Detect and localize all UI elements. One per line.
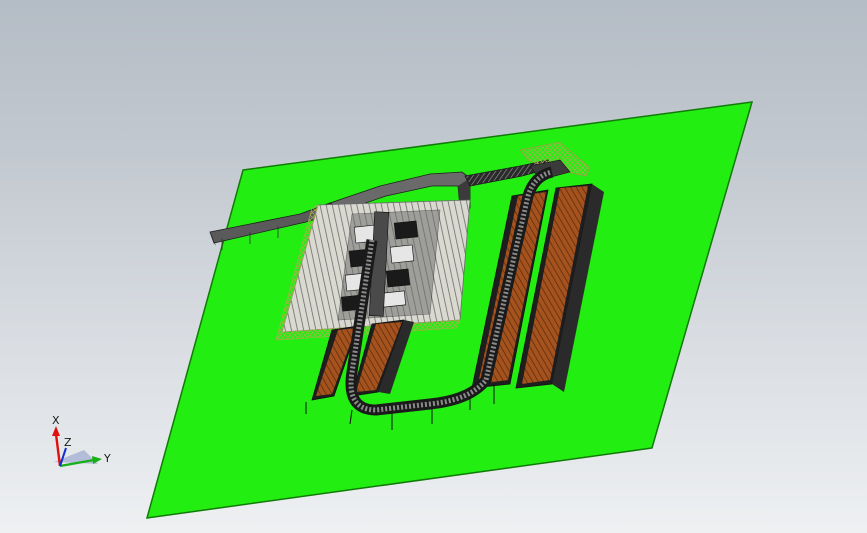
3d-graphics-viewport[interactable]: X Y Z (0, 0, 867, 533)
z-axis-label: Z (64, 436, 72, 449)
z-axis-arrow (59, 447, 67, 467)
x-axis-label: X (52, 414, 60, 427)
y-axis-label: Y (103, 452, 111, 465)
y-axis-head (92, 456, 102, 464)
x-axis-head (52, 426, 60, 436)
orientation-triad: X Y Z (52, 414, 111, 468)
assembly-model[interactable] (0, 0, 867, 533)
sorting-machines[interactable] (337, 209, 441, 321)
